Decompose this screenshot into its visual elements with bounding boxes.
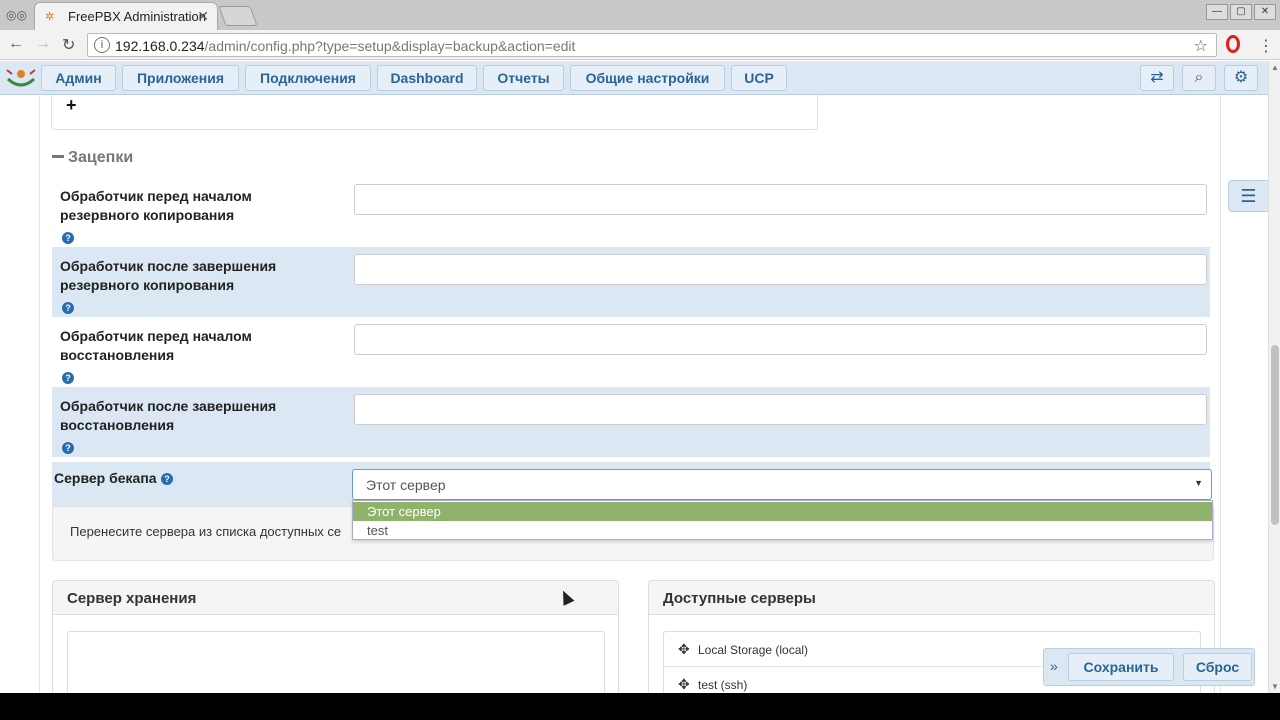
backup-server-label: Сервер бекапа bbox=[54, 470, 157, 486]
back-arrow-icon[interactable]: ← bbox=[8, 35, 24, 53]
app-navbar: Админ Приложения Подключения Dashboard О… bbox=[0, 61, 1268, 95]
top-panel bbox=[51, 95, 818, 130]
tab-close-icon[interactable]: ✕ bbox=[197, 8, 209, 25]
double-chevron-icon[interactable]: » bbox=[1050, 658, 1058, 674]
dropdown-option[interactable]: test bbox=[353, 521, 1212, 540]
main-content: + Зацепки Обработчик перед началом резер… bbox=[0, 95, 1268, 693]
opera-icon[interactable] bbox=[1226, 35, 1240, 53]
move-icon: ✥ bbox=[678, 641, 690, 657]
help-icon[interactable]: ? bbox=[161, 473, 173, 485]
close-window-button[interactable]: ✕ bbox=[1254, 4, 1276, 20]
hook-label: Обработчик после завершения резервного к… bbox=[60, 258, 277, 293]
hooks-section-toggle[interactable]: Зацепки bbox=[52, 149, 133, 167]
url-path: /admin/config.php?type=setup&display=bac… bbox=[204, 38, 576, 54]
hook-row-pre-restore: Обработчик перед началом восстановления … bbox=[52, 317, 1210, 387]
new-tab-button[interactable] bbox=[218, 6, 258, 26]
language-icon[interactable]: ⇄ bbox=[1140, 65, 1174, 91]
url-bar[interactable]: i 192.168.0.234/admin/config.php?type=se… bbox=[87, 33, 1217, 57]
taskbar bbox=[0, 693, 1280, 720]
reset-button[interactable]: Сброс bbox=[1183, 653, 1252, 681]
help-icon[interactable]: ? bbox=[62, 372, 74, 384]
backup-server-dropdown: Этот сервер test bbox=[352, 500, 1213, 540]
gear-icon[interactable]: ⚙ bbox=[1224, 65, 1258, 91]
post-backup-hook-input[interactable] bbox=[354, 254, 1207, 285]
action-bar: » Сохранить Сброс bbox=[1043, 648, 1255, 686]
hooks-section-title: Зацепки bbox=[68, 149, 134, 166]
hook-label: Обработчик перед началом резервного копи… bbox=[60, 188, 252, 223]
forward-arrow-icon[interactable]: → bbox=[35, 35, 51, 53]
save-button[interactable]: Сохранить bbox=[1068, 653, 1174, 681]
reload-icon[interactable]: ↻ bbox=[62, 35, 75, 55]
hook-row-post-restore: Обработчик после завершения восстановлен… bbox=[52, 387, 1210, 457]
address-toolbar: ← → ↻ i 192.168.0.234/admin/config.php?t… bbox=[0, 30, 1280, 60]
url-host: 192.168.0.234 bbox=[115, 38, 205, 54]
url-text: 192.168.0.234/admin/config.php?type=setu… bbox=[115, 38, 575, 54]
move-icon: ✥ bbox=[678, 676, 690, 692]
panel-title: Доступные серверы bbox=[663, 590, 816, 607]
help-icon[interactable]: ? bbox=[62, 232, 74, 244]
dropdown-option[interactable]: Этот сервер bbox=[353, 502, 1212, 521]
freepbx-favicon-icon: ✲ bbox=[45, 11, 55, 23]
nav-reports[interactable]: Отчеты bbox=[483, 65, 564, 91]
nav-settings[interactable]: Общие настройки bbox=[570, 65, 725, 91]
scrollbar-thumb[interactable] bbox=[1271, 345, 1279, 525]
browser-menu-icon[interactable]: ⋮ bbox=[1258, 36, 1274, 56]
hook-label: Обработчик перед началом восстановления bbox=[60, 328, 252, 363]
post-restore-hook-input[interactable] bbox=[354, 394, 1207, 425]
nav-dashboard[interactable]: Dashboard bbox=[377, 65, 477, 91]
help-icon[interactable]: ? bbox=[62, 442, 74, 454]
storage-drop-area[interactable] bbox=[67, 631, 605, 693]
maximize-button[interactable]: ▢ bbox=[1230, 4, 1252, 20]
pre-backup-hook-input[interactable] bbox=[354, 184, 1207, 215]
page-scrollbar[interactable]: ▲ ▼ bbox=[1268, 61, 1280, 693]
nav-admin[interactable]: Админ bbox=[41, 65, 116, 91]
browser-tab-bar: ◎◎ ✲ FreePBX Administration ✕ — ▢ ✕ bbox=[0, 0, 1280, 30]
panel-title: Сервер хранения bbox=[67, 590, 197, 607]
info-text: Перенесите сервера из списка доступных с… bbox=[70, 524, 342, 539]
backup-server-select[interactable]: Этот сервер ▼ bbox=[352, 469, 1212, 500]
info-icon[interactable]: i bbox=[94, 37, 110, 53]
hook-row-post-backup: Обработчик после завершения резервного к… bbox=[52, 247, 1210, 317]
minimize-button[interactable]: — bbox=[1206, 4, 1228, 20]
scroll-up-icon[interactable]: ▲ bbox=[1271, 63, 1279, 72]
tab-title: FreePBX Administration bbox=[68, 9, 207, 24]
nav-applications[interactable]: Приложения bbox=[122, 65, 239, 91]
incognito-icon: ◎◎ bbox=[6, 8, 27, 22]
freepbx-logo bbox=[6, 69, 36, 87]
chevron-down-icon: ▼ bbox=[1194, 478, 1203, 488]
scroll-down-icon[interactable]: ▼ bbox=[1271, 682, 1279, 691]
help-icon[interactable]: ? bbox=[62, 302, 74, 314]
nav-ucp[interactable]: UCP bbox=[731, 65, 787, 91]
hook-label: Обработчик после завершения восстановлен… bbox=[60, 398, 277, 433]
list-icon[interactable]: ☰ bbox=[1228, 180, 1268, 212]
browser-tab[interactable]: ✲ FreePBX Administration ✕ bbox=[34, 2, 218, 30]
search-icon[interactable]: ⌕ bbox=[1182, 65, 1216, 91]
bookmark-star-icon[interactable]: ☆ bbox=[1194, 36, 1208, 56]
plus-icon[interactable]: + bbox=[66, 95, 77, 116]
nav-connectivity[interactable]: Подключения bbox=[245, 65, 371, 91]
storage-server-panel: Сервер хранения bbox=[52, 580, 619, 693]
collapse-icon bbox=[52, 154, 64, 158]
selected-value: Этот сервер bbox=[366, 477, 446, 493]
hook-row-pre-backup: Обработчик перед началом резервного копи… bbox=[52, 177, 1210, 247]
pre-restore-hook-input[interactable] bbox=[354, 324, 1207, 355]
